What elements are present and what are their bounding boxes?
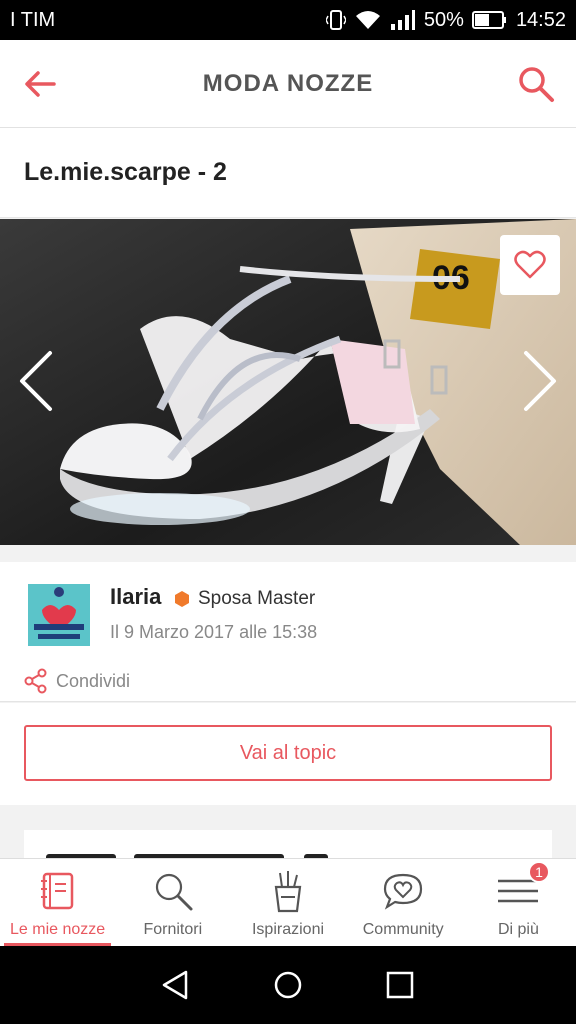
author-card: Ilaria Sposa Master Il 9 Marzo 2017 alle… bbox=[0, 562, 576, 702]
nav-item-le-mie-nozze[interactable]: Le mie nozze bbox=[0, 859, 115, 946]
wifi-icon bbox=[355, 11, 380, 29]
nav-item-fornitori[interactable]: Fornitori bbox=[115, 859, 230, 946]
back-triangle-icon[interactable] bbox=[160, 969, 192, 1001]
app-bar: MODA NOZZE bbox=[0, 40, 576, 128]
heart-icon bbox=[514, 250, 546, 279]
photo-gallery[interactable]: 06 bbox=[0, 219, 576, 545]
battery-percent: 50% bbox=[423, 8, 464, 31]
search-icon[interactable] bbox=[516, 64, 556, 104]
nav-item-ispirazioni[interactable]: Ispirazioni bbox=[230, 859, 345, 946]
app-title: MODA NOZZE bbox=[202, 70, 374, 97]
share-label: Condividi bbox=[56, 670, 131, 691]
nav-label: Le mie nozze bbox=[10, 921, 106, 938]
notebook-icon bbox=[40, 872, 73, 910]
nav-label: Ispirazioni bbox=[251, 921, 325, 938]
search-icon bbox=[155, 873, 193, 911]
nav-label: Fornitori bbox=[143, 921, 203, 938]
avatar-image bbox=[28, 584, 90, 646]
recents-square-icon[interactable] bbox=[384, 969, 416, 1001]
status-icons: 50% 14:52 bbox=[325, 8, 566, 32]
status-bar: I TIM 50% 14:52 bbox=[0, 0, 576, 40]
hexagon-badge-icon bbox=[175, 591, 189, 607]
album-header: Le.mie.scarpe - 2 bbox=[0, 128, 576, 218]
badge-label: Sposa Master bbox=[198, 588, 316, 609]
vibrate-icon bbox=[325, 10, 346, 30]
bottom-navigation: Le mie nozze Fornitori Ispirazioni Commu… bbox=[0, 858, 576, 946]
nav-item-di-piu[interactable]: 1 Di più bbox=[461, 859, 576, 946]
actions-section: Vai al topic bbox=[0, 703, 576, 805]
pencil-cup-icon bbox=[274, 871, 302, 913]
avatar[interactable] bbox=[28, 584, 90, 646]
author-name[interactable]: Ilaria bbox=[110, 584, 161, 610]
notification-badge: 1 bbox=[528, 861, 551, 883]
previous-photo-arrow[interactable] bbox=[14, 349, 58, 413]
system-navigation-bar bbox=[0, 946, 576, 1024]
battery-icon bbox=[471, 11, 506, 29]
favorite-button[interactable] bbox=[500, 235, 560, 295]
album-title: Le.mie.scarpe - 2 bbox=[24, 158, 227, 186]
nav-label: Community bbox=[362, 921, 444, 938]
clock: 14:52 bbox=[515, 8, 566, 31]
nav-label: Di più bbox=[497, 921, 539, 938]
heart-chat-icon bbox=[384, 873, 423, 910]
share-icon bbox=[24, 668, 47, 694]
share-button[interactable]: Condividi bbox=[24, 668, 130, 694]
post-date: Il 9 Marzo 2017 alle 15:38 bbox=[110, 622, 318, 642]
nav-item-community[interactable]: Community bbox=[346, 859, 461, 946]
carrier-label: I TIM bbox=[10, 8, 56, 31]
author-badge: Sposa Master bbox=[174, 588, 315, 610]
signal-icon bbox=[390, 10, 415, 30]
shoe-photo: 06 bbox=[0, 219, 576, 545]
next-photo-arrow[interactable] bbox=[518, 349, 562, 413]
home-circle-icon[interactable] bbox=[272, 969, 304, 1001]
go-to-topic-button[interactable]: Vai al topic bbox=[24, 725, 552, 781]
